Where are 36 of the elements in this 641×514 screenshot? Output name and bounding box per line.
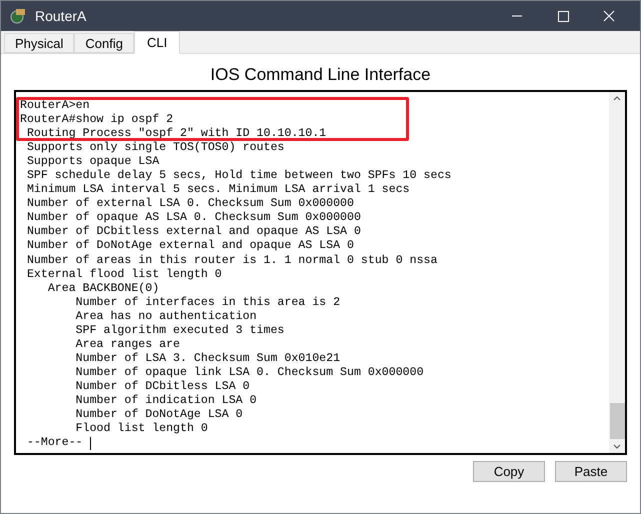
action-button[interactable]: Paste xyxy=(555,461,627,482)
terminal-line: Number of indication LSA 0 xyxy=(74,394,257,408)
terminal-line: Number of DCbitless external and opaque AS LSA 0 xyxy=(26,225,361,240)
terminal-line: Number of external LSA 0. Checksum Sum 0x000000 xyxy=(26,197,354,212)
terminal-line: Area BACKBONE(0) xyxy=(46,282,160,296)
terminal-line: Number of DCbitless LSA 0 xyxy=(74,380,250,394)
terminal-line: Routing Process "ospf 2" with ID 10.10.10.1 xyxy=(26,127,326,142)
terminal-line: Number of areas in this router is 1. 1 normal 0 stub 0 nssa xyxy=(26,254,438,268)
terminal-line: Number of interfaces in this area is 2 xyxy=(74,296,340,310)
terminal-line: Number of DoNotAge LSA 0 xyxy=(74,408,243,422)
terminal-line: SPF algorithm executed 3 times xyxy=(74,324,284,338)
terminal-line: Supports opaque LSA xyxy=(26,155,160,170)
terminal-line: Minimum LSA interval 5 secs. Minimum LSA arrival 1 secs xyxy=(26,183,410,198)
text-cursor xyxy=(90,436,91,450)
tab[interactable]: Config xyxy=(74,33,134,53)
terminal-line: Number of opaque link LSA 0. Checksum Sum 0x000000 xyxy=(74,366,424,380)
scrollbar[interactable] xyxy=(609,92,625,453)
terminal-line: Area ranges are xyxy=(74,338,180,352)
terminal-line: RouterA>en xyxy=(20,99,90,114)
panel-heading: IOS Command Line Interface xyxy=(209,64,432,86)
scroll-thumb[interactable] xyxy=(610,403,624,439)
terminal-line: Flood list length 0 xyxy=(74,422,208,436)
terminal-line: External flood list length 0 xyxy=(26,268,222,282)
tab[interactable]: CLI xyxy=(134,31,180,54)
router-icon xyxy=(9,7,27,25)
terminal-line: RouterA#show ip ospf 2 xyxy=(20,113,174,128)
terminal-line: Area has no authentication xyxy=(74,310,257,324)
more-prompt: --More-- xyxy=(26,436,84,450)
window-title: RouterA xyxy=(35,6,86,26)
terminal-line: Number of DoNotAge external and opaque AS LSA 0 xyxy=(26,239,354,254)
terminal-line: SPF schedule delay 5 secs, Hold time between two SPFs 10 secs xyxy=(26,169,452,184)
action-button[interactable]: Copy xyxy=(473,461,545,482)
terminal-line: Supports only single TOS(TOS0) routes xyxy=(26,141,284,156)
terminal-line: Number of opaque AS LSA 0. Checksum Sum 0x000000 xyxy=(26,211,361,226)
terminal-line: Number of LSA 3. Checksum Sum 0x010e21 xyxy=(74,352,340,366)
tab[interactable]: Physical xyxy=(4,33,74,53)
